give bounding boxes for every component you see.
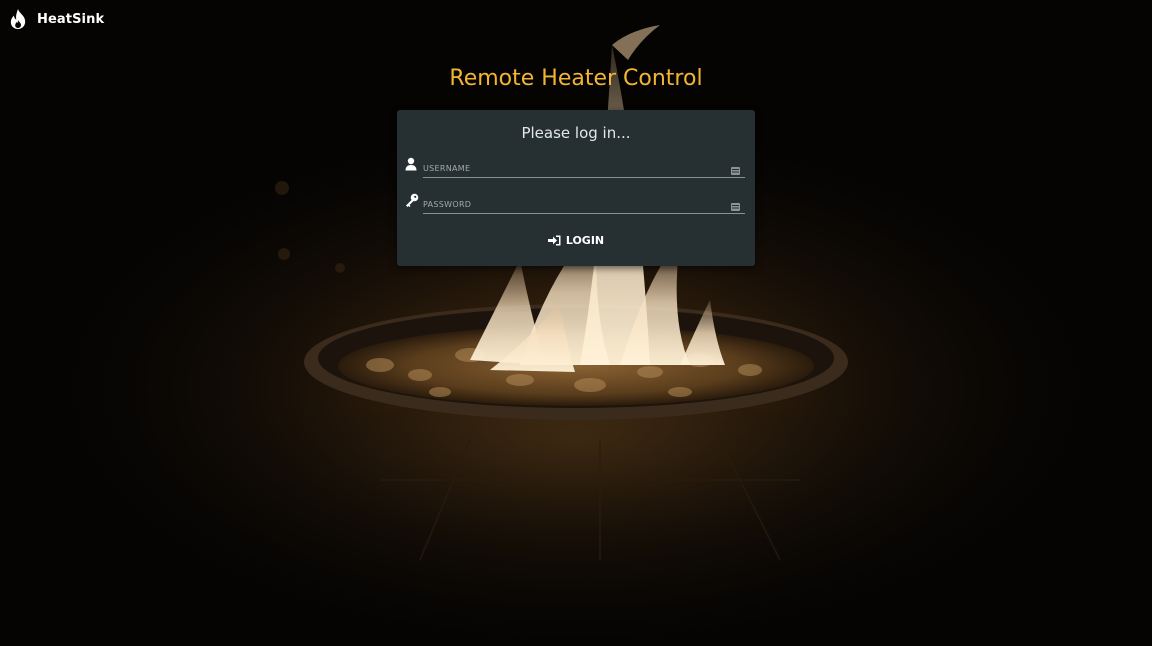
app-name: HeatSink xyxy=(37,11,105,27)
fire-pit-background xyxy=(0,0,1152,646)
login-card: Please log in... USERNAME LOGIN xyxy=(397,110,755,266)
password-field xyxy=(405,192,746,214)
user-icon xyxy=(405,156,419,171)
login-button[interactable]: LOGIN xyxy=(526,230,626,250)
username-field xyxy=(405,156,746,178)
key-icon xyxy=(405,192,419,207)
login-heading: Please log in... xyxy=(521,124,631,142)
page-title: Remote Heater Control xyxy=(449,66,703,91)
brand[interactable]: HeatSink xyxy=(8,8,104,30)
keyboard-icon[interactable] xyxy=(731,160,740,175)
username-input[interactable] xyxy=(423,159,745,178)
sign-in-icon xyxy=(547,235,561,245)
password-input[interactable] xyxy=(423,195,745,214)
flame-icon xyxy=(8,8,28,30)
keyboard-icon[interactable] xyxy=(731,196,740,211)
login-button-label: LOGIN xyxy=(565,233,605,247)
